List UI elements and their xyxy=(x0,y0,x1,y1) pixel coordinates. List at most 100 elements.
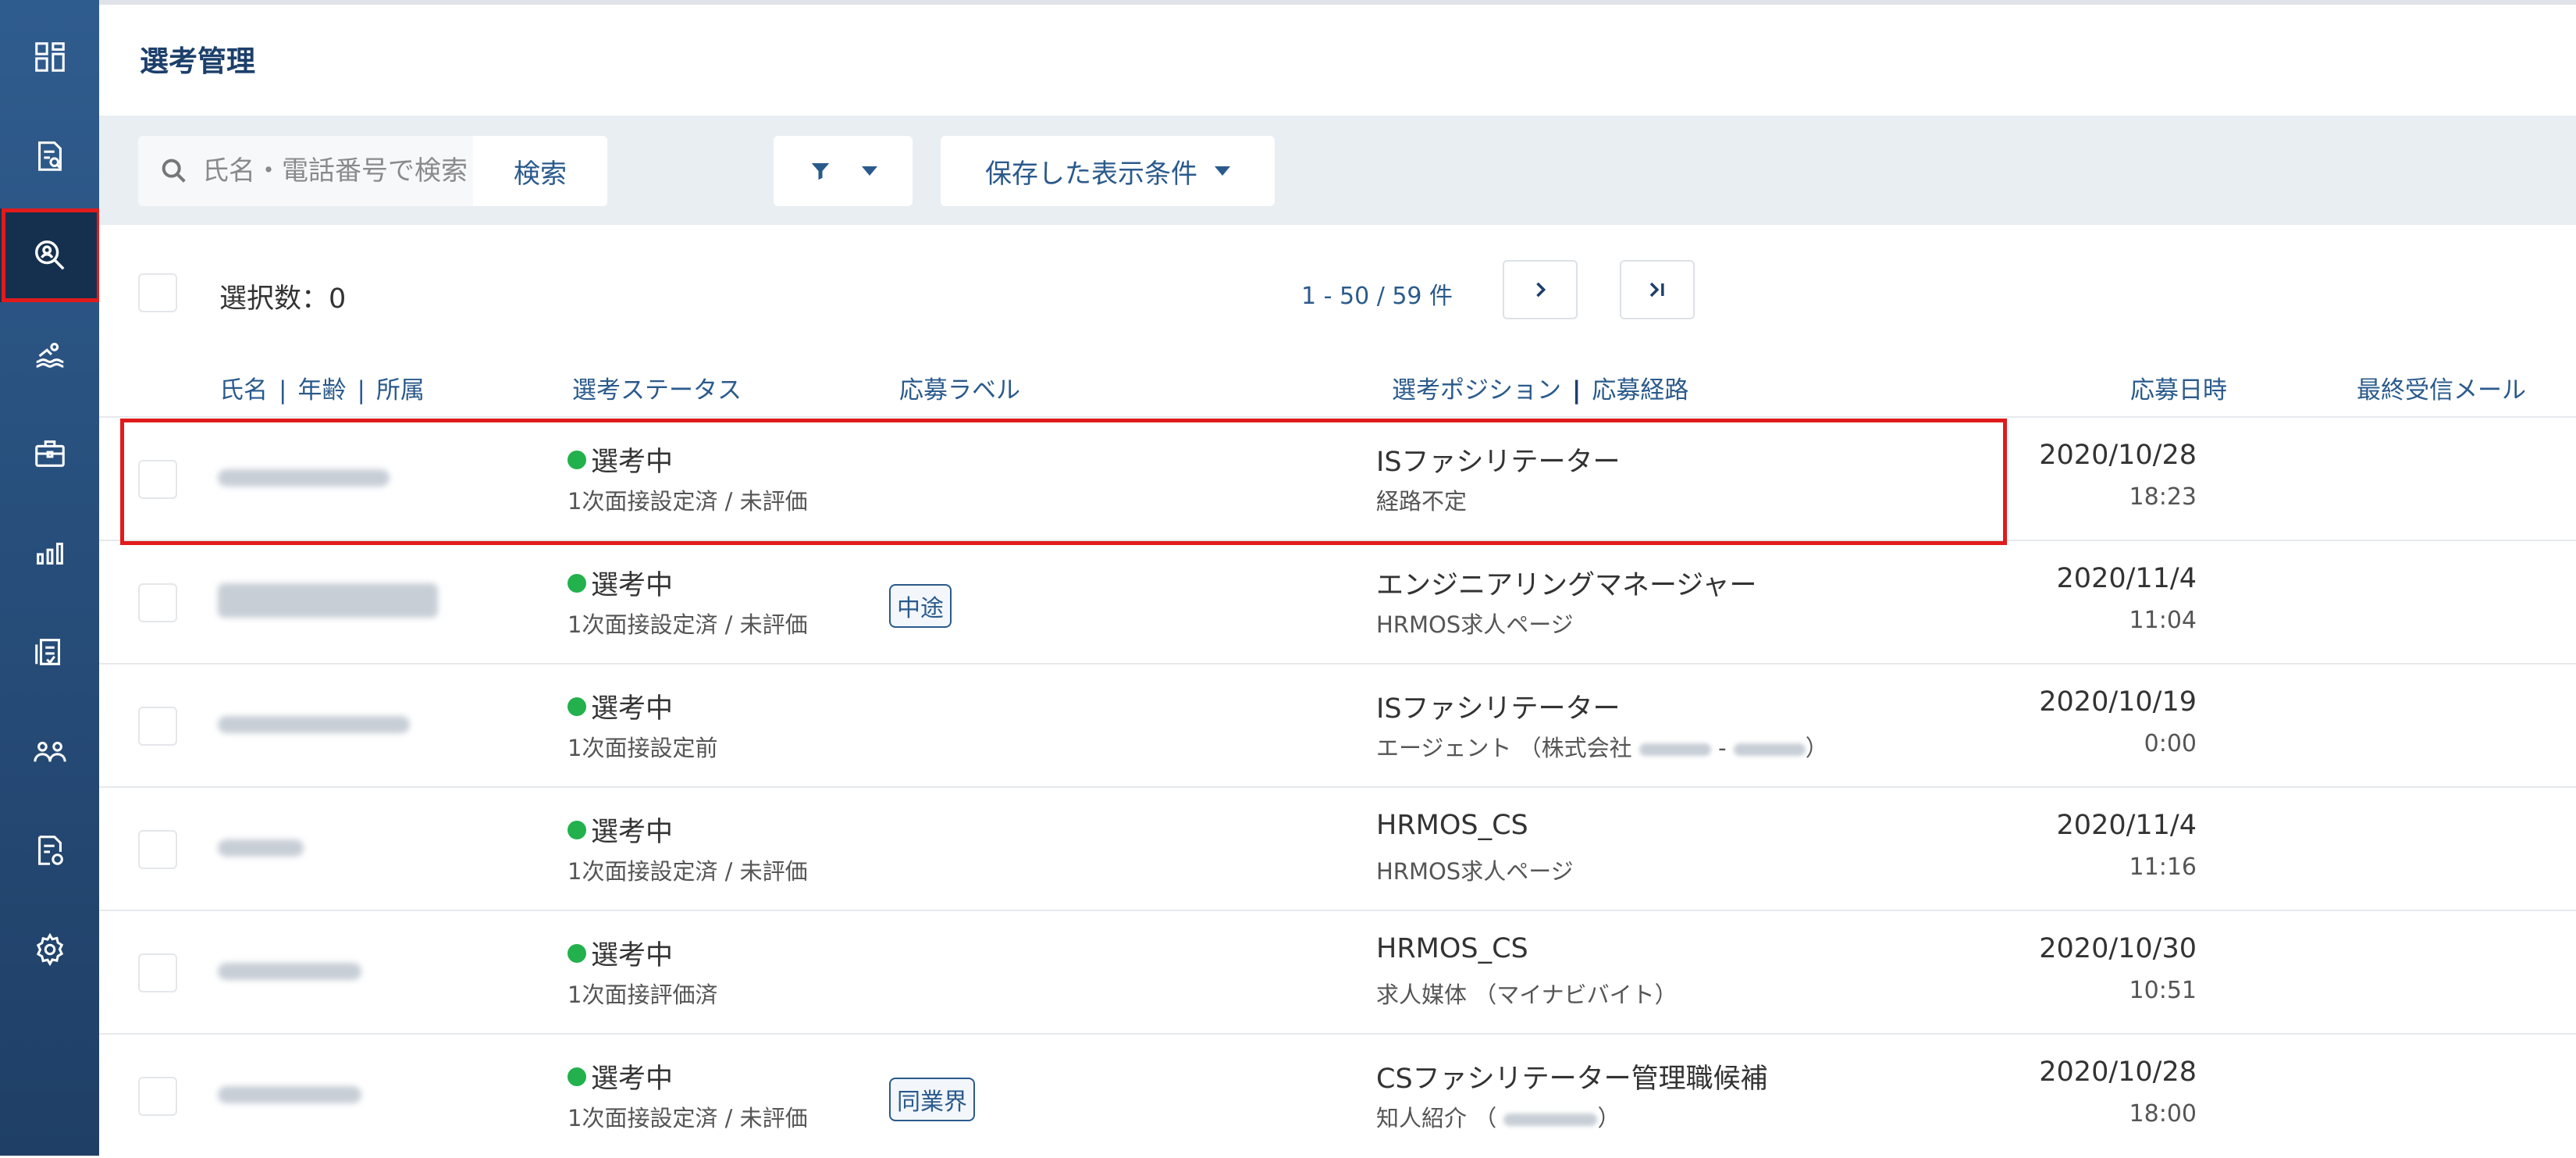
applied-date: 2020/10/28 xyxy=(2039,1056,2197,1088)
status-dot xyxy=(568,820,586,839)
applied-time: 18:00 xyxy=(2129,1100,2197,1128)
users-icon xyxy=(33,741,66,762)
document-search-icon xyxy=(37,141,62,171)
nav-jobs[interactable] xyxy=(0,407,99,501)
column-header-name-group: 氏名 | 年齢 | 所属 xyxy=(219,376,425,404)
row-checkbox[interactable] xyxy=(138,953,177,992)
route-text: 求人媒体 （マイナビバイト） xyxy=(1376,982,1678,1008)
briefcase-icon xyxy=(34,440,65,467)
row-checkbox[interactable] xyxy=(138,460,177,499)
top-divider xyxy=(99,0,2576,5)
last-page-icon xyxy=(1649,282,1664,298)
search-icon xyxy=(162,159,186,183)
chevron-down-icon xyxy=(1215,166,1230,176)
page-title: 選考管理 xyxy=(140,45,255,78)
gear-icon xyxy=(36,932,63,967)
next-page-button[interactable] xyxy=(1503,260,1578,319)
chevron-right-icon xyxy=(1536,282,1546,298)
column-header-status[interactable]: 選考ステータス xyxy=(572,370,742,405)
clipboard-icon xyxy=(34,639,60,665)
row-checkbox[interactable] xyxy=(138,583,177,622)
position-text: ISファシリテーター xyxy=(1376,693,1621,725)
dashboard-icon xyxy=(34,42,65,72)
search-button[interactable]: 検索 xyxy=(473,136,607,206)
status-dot xyxy=(568,450,586,469)
person-search-icon xyxy=(34,241,64,270)
nav-dashboard[interactable] xyxy=(0,10,99,104)
column-header-affiliation[interactable]: 所属 xyxy=(376,376,425,404)
column-header-position[interactable]: 選考ポジション xyxy=(1392,376,1561,404)
table-row[interactable]: 選考中 1次面接設定済 / 未評価 HRMOS_CS HRMOS求人ページ 20… xyxy=(99,786,2576,911)
table-row[interactable]: 選考中 1次面接設定済 / 未評価 同業界 CSファシリテーター管理職候補 知人… xyxy=(99,1033,2576,1158)
substatus-text: 1次面接設定済 / 未評価 xyxy=(568,858,808,885)
search-box: 検索 xyxy=(138,136,607,206)
status-text: 選考中 xyxy=(591,817,674,848)
route-prefix: エージェント （株式会社 xyxy=(1376,735,1632,761)
column-header-applied-at[interactable]: 応募日時 xyxy=(2130,370,2227,405)
column-header-label[interactable]: 応募ラベル xyxy=(899,370,1020,405)
substatus-text: 1次面接設定前 xyxy=(568,735,718,761)
table-row[interactable]: 選考中 1次面接評価済 HRMOS_CS 求人媒体 （マイナビバイト） 2020… xyxy=(99,910,2576,1035)
column-header-age[interactable]: 年齢 xyxy=(297,376,346,404)
applicant-name-redacted xyxy=(218,583,438,618)
last-page-button[interactable] xyxy=(1620,260,1695,319)
row-checkbox[interactable] xyxy=(138,830,177,869)
applicant-name-redacted xyxy=(218,469,390,486)
route-text: HRMOS求人ページ xyxy=(1376,611,1574,638)
route-suffix: ） xyxy=(1597,1105,1621,1131)
route-text: 経路不定 xyxy=(1376,488,1468,515)
status-cell: 選考中 xyxy=(568,686,673,726)
toolbar: 検索 保存した表示条件 xyxy=(99,116,2576,225)
application-label-badge: 中途 xyxy=(889,584,952,628)
row-checkbox[interactable] xyxy=(138,1077,177,1116)
sidebar xyxy=(0,0,99,1156)
position-text: CSファシリテーター管理職候補 xyxy=(1376,1064,1768,1095)
pagination-range: 1 - 50 / 59 件 xyxy=(1301,283,1453,310)
row-checkbox[interactable] xyxy=(138,707,177,746)
column-header-route[interactable]: 応募経路 xyxy=(1592,376,1688,404)
column-header-position-group: 選考ポジション | 応募経路 xyxy=(1392,376,1689,404)
applied-time: 18:23 xyxy=(2129,483,2197,511)
nav-settings-document[interactable] xyxy=(0,803,99,897)
column-header-name[interactable]: 氏名 xyxy=(219,376,268,404)
column-header-last-mail[interactable]: 最終受信メール xyxy=(2357,370,2526,405)
status-cell: 選考中 xyxy=(568,563,673,603)
nav-settings[interactable] xyxy=(0,903,99,996)
select-all-checkbox[interactable] xyxy=(138,273,177,312)
position-text: エンジニアリングマネージャー xyxy=(1376,570,1757,601)
status-text: 選考中 xyxy=(591,940,674,971)
applied-date: 2020/10/19 xyxy=(2039,686,2197,718)
nav-users[interactable] xyxy=(0,704,99,798)
filter-button[interactable] xyxy=(774,136,913,206)
status-cell: 選考中 xyxy=(568,810,673,850)
substatus-text: 1次面接設定済 / 未評価 xyxy=(568,611,808,638)
position-text: ISファシリテーター xyxy=(1376,447,1621,478)
route-text: 知人紹介 （ ） xyxy=(1376,1100,1620,1133)
filter-icon xyxy=(811,163,830,180)
status-text: 選考中 xyxy=(591,693,674,725)
route-prefix: 知人紹介 （ xyxy=(1376,1105,1497,1131)
table-row[interactable]: 選考中 1次面接設定前 ISファシリテーター エージェント （株式会社 - ） … xyxy=(99,663,2576,788)
bar-chart-icon xyxy=(36,542,63,565)
nav-selection-management[interactable] xyxy=(0,208,99,302)
substatus-text: 1次面接評価済 xyxy=(568,982,718,1008)
status-cell: 選考中 xyxy=(568,440,673,479)
status-text: 選考中 xyxy=(591,447,674,478)
table-row[interactable]: 選考中 1次面接設定済 / 未評価 中途 エンジニアリングマネージャー HRMO… xyxy=(99,540,2576,665)
applied-time: 10:51 xyxy=(2129,977,2197,1004)
chevron-down-icon xyxy=(862,166,877,176)
selection-count: 選択数：0 xyxy=(219,283,347,315)
applied-time: 0:00 xyxy=(2144,730,2197,757)
nav-evaluations[interactable] xyxy=(0,605,99,699)
redacted-referrer xyxy=(1503,1113,1598,1126)
nav-documents[interactable] xyxy=(0,109,99,203)
swimmer-icon xyxy=(36,343,63,368)
applied-time: 11:16 xyxy=(2129,853,2197,881)
applicant-name-redacted xyxy=(218,716,410,733)
applicant-name-redacted xyxy=(218,963,361,980)
nav-talent-pool[interactable] xyxy=(0,308,99,401)
nav-reports[interactable] xyxy=(0,506,99,600)
table-row[interactable]: 選考中 1次面接設定済 / 未評価 ISファシリテーター 経路不定 2020/1… xyxy=(99,416,2576,541)
saved-conditions-dropdown[interactable]: 保存した表示条件 xyxy=(941,136,1275,206)
applied-date: 2020/10/28 xyxy=(2039,440,2197,471)
